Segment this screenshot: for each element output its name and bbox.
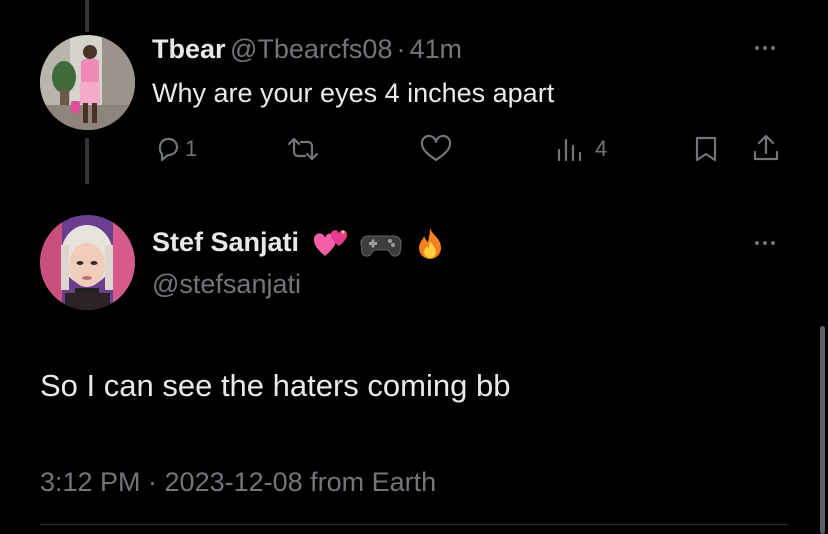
divider [40, 524, 788, 525]
more-icon-reply[interactable] [755, 46, 775, 50]
heart-emoji [313, 230, 347, 256]
tweet-timestamp[interactable]: 3:12 PM · 2023-12-08 from Earth [40, 467, 436, 498]
scrollbar[interactable] [820, 326, 825, 534]
time-ago[interactable]: 41m [409, 34, 462, 64]
reply-button[interactable]: 1 [153, 134, 197, 164]
thread-line-bottom [85, 138, 89, 184]
share-button[interactable] [750, 132, 782, 164]
fire-emoji [418, 228, 441, 259]
display-name-stef-text: Stef Sanjati [152, 227, 300, 258]
more-icon-main[interactable] [755, 241, 775, 245]
like-icon [420, 134, 452, 162]
bookmark-button[interactable] [692, 134, 720, 164]
share-icon [753, 134, 779, 161]
thread-line-top [85, 0, 89, 32]
avatar-tbear[interactable] [40, 35, 135, 130]
views-button[interactable]: 4 [555, 134, 607, 164]
main-tweet-text: So I can see the haters coming bb [40, 368, 511, 403]
retweet-icon [287, 137, 319, 161]
avatar-stefsanjati[interactable] [40, 215, 135, 310]
handle-tbear[interactable]: @Tbearcfs08 [230, 34, 392, 64]
views-icon [557, 138, 582, 162]
separator-dot: · [396, 34, 406, 64]
reply-header: Tbear @Tbearcfs08 · 41m [152, 34, 462, 65]
like-button[interactable] [419, 134, 453, 164]
retweet-button[interactable] [285, 134, 321, 164]
bookmark-icon [695, 136, 717, 162]
name-emojis [313, 227, 446, 259]
display-name-stef[interactable]: Stef Sanjati [152, 227, 446, 261]
reply-count: 1 [185, 136, 198, 161]
game-controller-emoji [360, 235, 402, 257]
reply-text: Why are your eyes 4 inches apart [152, 78, 555, 108]
view-count: 4 [595, 136, 608, 161]
display-name-tbear[interactable]: Tbear [152, 34, 226, 64]
handle-stefsanjati[interactable]: @stefsanjati [152, 269, 301, 300]
reply-icon [158, 137, 179, 162]
